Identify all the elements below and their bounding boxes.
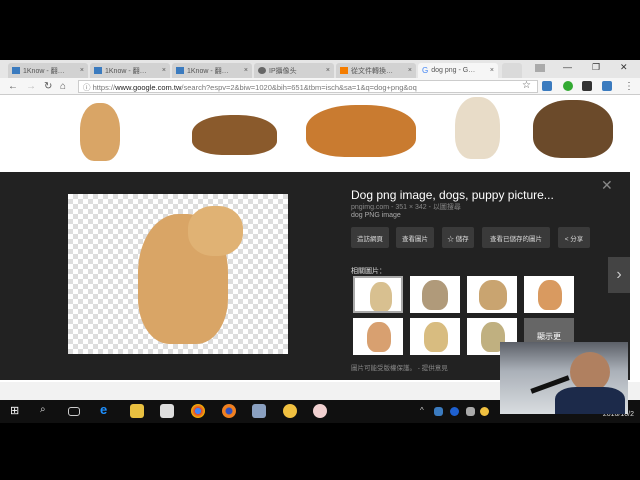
tray-icon[interactable]	[480, 407, 489, 416]
forward-icon[interactable]: →	[26, 81, 36, 92]
image-results-row	[0, 95, 640, 170]
back-icon[interactable]: ←	[8, 81, 18, 92]
tray-chevron-icon[interactable]: ^	[420, 406, 424, 415]
bookmark-star-icon[interactable]: ☆	[522, 80, 531, 91]
next-image-button[interactable]: ›	[608, 257, 630, 293]
tab-label: 從文件轉換…	[351, 67, 393, 75]
firefox-icon[interactable]	[222, 404, 236, 418]
image-meta: pngimg.com - 351 × 342 - 以圖搜尋	[351, 204, 461, 211]
app-icon[interactable]	[252, 404, 266, 418]
extension-icon[interactable]	[582, 81, 592, 91]
image-subtitle: dog PNG image	[351, 212, 401, 219]
1know-icon	[12, 67, 20, 74]
minimize-button[interactable]: —	[563, 62, 572, 72]
url-path: /search?espv=2&biw=1020&bih=651&tbm=isch…	[181, 83, 417, 92]
menu-icon[interactable]: ⋮	[624, 81, 634, 92]
new-tab-button[interactable]	[502, 63, 522, 78]
tab-ip-camera[interactable]: IP攝像头 ×	[254, 63, 334, 78]
tray-icon[interactable]	[434, 407, 443, 416]
close-tab-icon[interactable]: ×	[162, 67, 166, 74]
share-button[interactable]: < 分享	[558, 227, 590, 248]
result-image[interactable]	[30, 95, 158, 163]
tab-1know-1[interactable]: 1Know - 翻… ×	[8, 63, 88, 78]
camera-icon	[258, 67, 266, 74]
url-input[interactable]: ⓘ https://www.google.com.tw/search?espv=…	[78, 80, 538, 93]
view-saved-button[interactable]: 查看已儲存的圖片	[482, 227, 550, 248]
extension-icon[interactable]	[563, 81, 573, 91]
presenter-face	[570, 352, 610, 392]
related-image[interactable]	[410, 276, 460, 313]
maximize-button[interactable]: ❐	[592, 62, 600, 73]
profile-icon[interactable]	[535, 64, 545, 72]
app-icon[interactable]	[313, 404, 327, 418]
store-icon[interactable]	[160, 404, 174, 418]
tab-label: dog png - G…	[431, 67, 476, 74]
close-tab-icon[interactable]: ×	[80, 67, 84, 74]
related-images-label: 相關圖片：	[351, 268, 386, 275]
extension-icon[interactable]	[542, 81, 552, 91]
copyright-feedback-link[interactable]: 圖片可能受版權保護。 - 提供意見	[351, 362, 448, 372]
task-view-icon[interactable]	[68, 407, 80, 416]
presenter-body	[555, 387, 625, 414]
start-windows-icon[interactable]: ⊞	[10, 404, 24, 418]
visit-page-button[interactable]: 造訪網頁	[351, 227, 389, 248]
image-title[interactable]: Dog png image, dogs, puppy picture...	[351, 188, 554, 202]
related-image[interactable]	[353, 276, 403, 313]
file-explorer-icon[interactable]	[130, 404, 144, 418]
extension-icon[interactable]	[602, 81, 612, 91]
tab-bar: 1Know - 翻… × 1Know - 翻… × 1Know - 翻… × IP攝像…	[0, 60, 640, 78]
close-icon[interactable]: ✕	[601, 177, 613, 194]
result-image[interactable]	[296, 95, 428, 163]
close-window-button[interactable]: ✕	[620, 62, 628, 73]
google-icon: G	[422, 66, 429, 75]
blogger-icon	[340, 67, 348, 74]
search-icon[interactable]: ⌕	[40, 404, 54, 418]
tab-1know-3[interactable]: 1Know - 翻… ×	[172, 63, 252, 78]
1know-icon	[94, 67, 102, 74]
close-tab-icon[interactable]: ×	[244, 67, 248, 74]
related-image[interactable]	[524, 276, 574, 313]
tray-icon[interactable]	[450, 407, 459, 416]
edge-icon[interactable]: e	[100, 402, 114, 417]
address-bar-row: ← → ↻ ⌂ ⓘ https://www.google.com.tw/sear…	[0, 78, 640, 95]
tab-label: 1Know - 翻…	[187, 67, 229, 75]
result-image[interactable]	[440, 95, 518, 163]
url-domain: www.google.com.tw	[115, 83, 182, 92]
tab-blogger[interactable]: 從文件轉換… ×	[336, 63, 416, 78]
related-image[interactable]	[410, 318, 460, 355]
tray-icon[interactable]	[466, 407, 475, 416]
view-image-button[interactable]: 查看圖片	[396, 227, 434, 248]
tab-dog-png[interactable]: Gdog png - G… ×	[418, 63, 498, 78]
url-prefix: https://	[92, 83, 116, 92]
1know-icon	[176, 67, 184, 74]
tab-1know-2[interactable]: 1Know - 翻… ×	[90, 63, 170, 78]
close-tab-icon[interactable]: ×	[408, 67, 412, 74]
related-image[interactable]	[353, 318, 403, 355]
tab-label: 1Know - 翻…	[105, 67, 147, 75]
close-tab-icon[interactable]: ×	[490, 67, 494, 74]
result-image[interactable]	[182, 95, 287, 163]
chrome-icon[interactable]	[191, 404, 205, 418]
screen: 1Know - 翻… × 1Know - 翻… × 1Know - 翻… × IP攝像…	[0, 60, 640, 423]
webcam-overlay	[500, 342, 628, 414]
home-icon[interactable]: ⌂	[60, 81, 66, 92]
app-icon[interactable]	[283, 404, 297, 418]
close-tab-icon[interactable]: ×	[326, 67, 330, 74]
related-image[interactable]	[467, 276, 517, 313]
reload-icon[interactable]: ↻	[44, 81, 52, 92]
tab-label: 1Know - 翻…	[23, 67, 65, 75]
save-button[interactable]: ☆ 儲存	[442, 227, 474, 248]
preview-image[interactable]	[68, 194, 288, 354]
result-image[interactable]	[528, 95, 618, 163]
tab-label: IP攝像头	[269, 67, 297, 75]
